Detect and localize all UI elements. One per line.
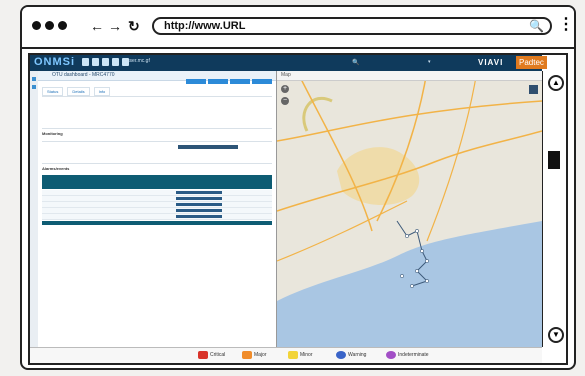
rail-icon[interactable] xyxy=(32,77,36,81)
tab-details[interactable]: Details xyxy=(67,87,90,96)
status-label: Critical xyxy=(210,352,226,358)
partner-logo: Padtec xyxy=(516,56,547,69)
zoom-in-button[interactable]: + xyxy=(281,85,289,93)
table-footer xyxy=(42,221,272,225)
indeterminate-icon xyxy=(386,351,396,359)
row-bar xyxy=(176,203,222,206)
status-critical[interactable]: Critical xyxy=(198,351,225,359)
section-monitoring: Monitoring xyxy=(42,131,63,136)
divider xyxy=(42,128,272,129)
browser-toolbar: ← → ↻ http://www.URL 🔍 ⋮ xyxy=(22,7,574,49)
search-icon[interactable]: 🔍 xyxy=(529,19,544,33)
panel-action-button[interactable] xyxy=(208,79,228,84)
alarm-status-bar: Critical Major Minor Warning Indetermina… xyxy=(30,347,542,363)
status-indeterminate[interactable]: Indeterminate xyxy=(386,351,429,359)
status-minor[interactable]: Minor xyxy=(288,351,313,359)
map-header: Map xyxy=(277,71,542,81)
minor-icon xyxy=(288,351,298,359)
panel-actions xyxy=(186,79,272,84)
zoom-out-button[interactable]: − xyxy=(281,97,289,105)
vertical-scrollbar[interactable]: ▲ ▼ xyxy=(542,71,566,347)
panel-action-button[interactable] xyxy=(186,79,206,84)
scroll-down-icon[interactable]: ▼ xyxy=(548,327,564,343)
user-name[interactable]: ouser.mc.gf xyxy=(124,58,150,64)
monitoring-progress-strip xyxy=(178,145,238,149)
layers-icon[interactable] xyxy=(529,85,538,94)
status-label: Warning xyxy=(348,352,367,358)
browser-window: ← → ↻ http://www.URL 🔍 ⋮ ONMSi ouser.mc.… xyxy=(20,5,576,370)
status-major[interactable]: Major xyxy=(242,351,267,359)
window-controls xyxy=(32,21,67,30)
alarm-table-header xyxy=(42,175,272,189)
otu-dashboard-panel: OTU dashboard - MRC4770 Status Details I… xyxy=(38,71,277,347)
home-icon[interactable] xyxy=(102,58,109,66)
divider xyxy=(42,163,272,164)
map-canvas[interactable] xyxy=(277,71,542,347)
left-rail xyxy=(30,71,38,347)
header-icons xyxy=(82,58,129,66)
globe-icon[interactable] xyxy=(92,58,99,66)
back-arrow-icon[interactable]: ← xyxy=(90,17,104,35)
window-dot[interactable] xyxy=(45,21,54,30)
window-dot[interactable] xyxy=(32,21,41,30)
warning-icon xyxy=(336,351,346,359)
app-header: ONMSi ouser.mc.gf 🔍 ▾ VIAVI Padtec xyxy=(30,55,547,71)
divider xyxy=(42,96,272,97)
status-warning[interactable]: Warning xyxy=(336,351,366,359)
row-bar xyxy=(176,197,222,200)
app-logo: ONMSi xyxy=(34,56,76,68)
panel-action-button[interactable] xyxy=(252,79,272,84)
report-icon[interactable] xyxy=(82,58,89,66)
row-bar xyxy=(176,209,222,212)
window-dot[interactable] xyxy=(58,21,67,30)
url-text: http://www.URL xyxy=(164,20,246,32)
panel-action-button[interactable] xyxy=(230,79,250,84)
url-bar[interactable]: http://www.URL 🔍 xyxy=(152,17,552,35)
page-viewport: ONMSi ouser.mc.gf 🔍 ▾ VIAVI Padtec OTU d… xyxy=(28,53,568,365)
header-search-icon[interactable]: 🔍 xyxy=(352,59,359,66)
critical-icon xyxy=(198,351,208,359)
rail-icon[interactable] xyxy=(32,85,36,89)
brand-logo: VIAVI xyxy=(478,58,504,67)
tab-info[interactable]: Info xyxy=(93,87,111,96)
reload-icon[interactable]: ↻ xyxy=(128,17,140,35)
scroll-thumb[interactable] xyxy=(548,151,560,169)
status-label: Major xyxy=(254,352,267,358)
divider xyxy=(42,141,272,142)
scroll-up-icon[interactable]: ▲ xyxy=(548,75,564,91)
status-label: Indeterminate xyxy=(398,352,429,358)
row-bar xyxy=(176,215,222,218)
settings-icon[interactable] xyxy=(112,58,119,66)
panel-tabs: Status Details Info xyxy=(42,87,111,96)
header-dropdown[interactable]: ▾ xyxy=(428,59,431,65)
section-alarms: Alarms/events xyxy=(42,166,70,171)
kebab-menu-icon[interactable]: ⋮ xyxy=(558,15,574,35)
status-label: Minor xyxy=(300,352,313,358)
map-title: Map xyxy=(281,72,291,78)
table-row[interactable] xyxy=(42,214,272,220)
forward-arrow-icon[interactable]: → xyxy=(108,17,122,35)
tab-status[interactable]: Status xyxy=(42,87,64,96)
row-bar xyxy=(176,191,222,194)
map-panel[interactable]: Map + − xyxy=(277,71,542,347)
panel-title: OTU dashboard - MRC4770 xyxy=(52,72,115,78)
major-icon xyxy=(242,351,252,359)
